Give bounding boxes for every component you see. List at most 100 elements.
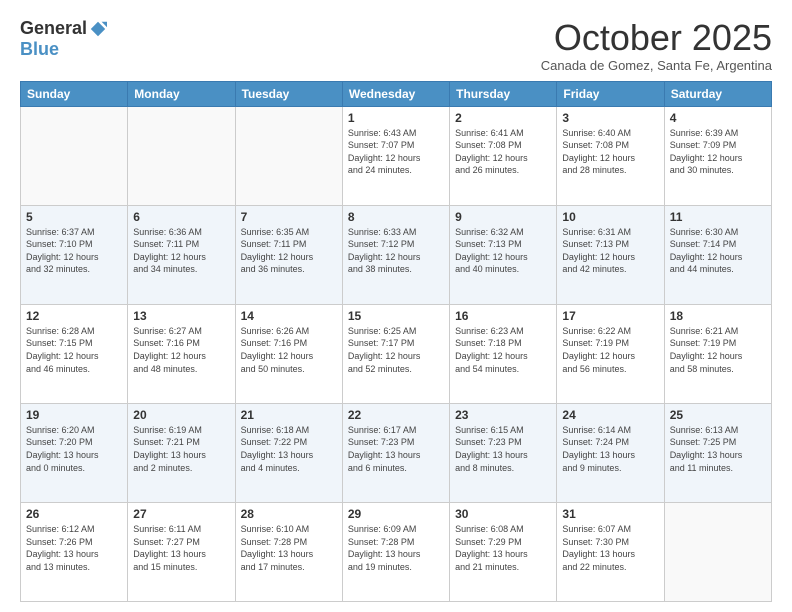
calendar-week-row: 1 Sunrise: 6:43 AM Sunset: 7:07 PM Daylig… (21, 106, 772, 205)
day-number: 22 (348, 408, 444, 422)
day-info: Sunrise: 6:37 AM Sunset: 7:10 PM Dayligh… (26, 226, 122, 276)
day-info: Sunrise: 6:20 AM Sunset: 7:20 PM Dayligh… (26, 424, 122, 474)
day-number: 1 (348, 111, 444, 125)
table-row: 6Sunrise: 6:36 AM Sunset: 7:11 PM Daylig… (128, 205, 235, 304)
table-row: 29Sunrise: 6:09 AM Sunset: 7:28 PM Dayli… (342, 502, 449, 601)
table-row: 7 Sunrise: 6:35 AM Sunset: 7:11 PM Daylig… (235, 205, 342, 304)
table-row: 10 Sunrise: 6:31 AM Sunset: 7:13 PM Dayli… (557, 205, 664, 304)
table-row: 25Sunrise: 6:13 AM Sunset: 7:25 PM Dayli… (664, 403, 771, 502)
table-row: 30Sunrise: 6:08 AM Sunset: 7:29 PM Dayli… (450, 502, 557, 601)
day-number: 20 (133, 408, 229, 422)
day-info: Sunrise: 6:43 AM Sunset: 7:07 PM Dayligh… (348, 127, 444, 177)
day-number: 8 (348, 210, 444, 224)
day-number: 5 (26, 210, 122, 224)
table-row: 26 Sunrise: 6:12 AM Sunset: 7:26 PM Dayli… (21, 502, 128, 601)
calendar-table: Sunday Monday Tuesday Wednesday Thursday… (20, 81, 772, 602)
day-number: 11 (670, 210, 766, 224)
day-info: Sunrise: 6:07 AM Sunset: 7:30 PM Dayligh… (562, 523, 658, 573)
title-block: October 2025 Canada de Gomez, Santa Fe, … (541, 18, 772, 73)
table-row: 17Sunrise: 6:22 AM Sunset: 7:19 PM Dayli… (557, 304, 664, 403)
table-row: 8 Sunrise: 6:33 AM Sunset: 7:12 PM Daylig… (342, 205, 449, 304)
day-info: Sunrise: 6:14 AM Sunset: 7:24 PM Dayligh… (562, 424, 658, 474)
col-tuesday: Tuesday (235, 81, 342, 106)
day-number: 18 (670, 309, 766, 323)
day-info: Sunrise: 6:31 AM Sunset: 7:13 PM Dayligh… (562, 226, 658, 276)
table-row: 19 Sunrise: 6:20 AM Sunset: 7:20 PM Dayli… (21, 403, 128, 502)
col-saturday: Saturday (664, 81, 771, 106)
calendar-week-row: 19 Sunrise: 6:20 AM Sunset: 7:20 PM Dayli… (21, 403, 772, 502)
day-number: 27 (133, 507, 229, 521)
day-info: Sunrise: 6:41 AM Sunset: 7:08 PM Dayligh… (455, 127, 551, 177)
day-number: 25 (670, 408, 766, 422)
col-sunday: Sunday (21, 81, 128, 106)
page: General Blue October 2025 Canada de Gome… (0, 0, 792, 612)
day-number: 13 (133, 309, 229, 323)
location-subtitle: Canada de Gomez, Santa Fe, Argentina (541, 58, 772, 73)
day-number: 15 (348, 309, 444, 323)
table-row: 11 Sunrise: 6:30 AM Sunset: 7:14 PM Dayli… (664, 205, 771, 304)
table-row: 3 Sunrise: 6:40 AM Sunset: 7:08 PM Daylig… (557, 106, 664, 205)
table-row: 4 Sunrise: 6:39 AM Sunset: 7:09 PM Daylig… (664, 106, 771, 205)
table-row: 15Sunrise: 6:25 AM Sunset: 7:17 PM Dayli… (342, 304, 449, 403)
day-info: Sunrise: 6:10 AM Sunset: 7:28 PM Dayligh… (241, 523, 337, 573)
col-monday: Monday (128, 81, 235, 106)
day-number: 14 (241, 309, 337, 323)
table-row: 27 Sunrise: 6:11 AM Sunset: 7:27 PM Dayli… (128, 502, 235, 601)
day-number: 31 (562, 507, 658, 521)
day-number: 9 (455, 210, 551, 224)
day-info: Sunrise: 6:26 AM Sunset: 7:16 PM Dayligh… (241, 325, 337, 375)
day-number: 17 (562, 309, 658, 323)
day-info: Sunrise: 6:40 AM Sunset: 7:08 PM Dayligh… (562, 127, 658, 177)
calendar-header-row: Sunday Monday Tuesday Wednesday Thursday… (21, 81, 772, 106)
day-number: 23 (455, 408, 551, 422)
day-number: 28 (241, 507, 337, 521)
day-info: Sunrise: 6:36 AM Sunset: 7:11 PM Dayligh… (133, 226, 229, 276)
day-number: 16 (455, 309, 551, 323)
table-row: 16Sunrise: 6:23 AM Sunset: 7:18 PM Dayli… (450, 304, 557, 403)
day-number: 26 (26, 507, 122, 521)
day-info: Sunrise: 6:28 AM Sunset: 7:15 PM Dayligh… (26, 325, 122, 375)
day-info: Sunrise: 6:19 AM Sunset: 7:21 PM Dayligh… (133, 424, 229, 474)
col-friday: Friday (557, 81, 664, 106)
day-info: Sunrise: 6:35 AM Sunset: 7:11 PM Dayligh… (241, 226, 337, 276)
day-number: 19 (26, 408, 122, 422)
day-number: 21 (241, 408, 337, 422)
day-info: Sunrise: 6:11 AM Sunset: 7:27 PM Dayligh… (133, 523, 229, 573)
table-row: 18Sunrise: 6:21 AM Sunset: 7:19 PM Dayli… (664, 304, 771, 403)
table-row: 5 Sunrise: 6:37 AM Sunset: 7:10 PM Daylig… (21, 205, 128, 304)
calendar-week-row: 26 Sunrise: 6:12 AM Sunset: 7:26 PM Dayli… (21, 502, 772, 601)
table-row: 31 Sunrise: 6:07 AM Sunset: 7:30 PM Dayli… (557, 502, 664, 601)
day-number: 7 (241, 210, 337, 224)
day-number: 4 (670, 111, 766, 125)
logo-icon (89, 20, 107, 38)
logo-general: General (20, 18, 87, 39)
table-row (235, 106, 342, 205)
day-info: Sunrise: 6:39 AM Sunset: 7:09 PM Dayligh… (670, 127, 766, 177)
day-info: Sunrise: 6:12 AM Sunset: 7:26 PM Dayligh… (26, 523, 122, 573)
table-row: 13 Sunrise: 6:27 AM Sunset: 7:16 PM Dayli… (128, 304, 235, 403)
table-row: 9Sunrise: 6:32 AM Sunset: 7:13 PM Daylig… (450, 205, 557, 304)
day-info: Sunrise: 6:33 AM Sunset: 7:12 PM Dayligh… (348, 226, 444, 276)
day-info: Sunrise: 6:17 AM Sunset: 7:23 PM Dayligh… (348, 424, 444, 474)
day-number: 3 (562, 111, 658, 125)
day-number: 2 (455, 111, 551, 125)
table-row: 28 Sunrise: 6:10 AM Sunset: 7:28 PM Dayli… (235, 502, 342, 601)
day-number: 10 (562, 210, 658, 224)
table-row: 1 Sunrise: 6:43 AM Sunset: 7:07 PM Daylig… (342, 106, 449, 205)
calendar-week-row: 5 Sunrise: 6:37 AM Sunset: 7:10 PM Daylig… (21, 205, 772, 304)
day-info: Sunrise: 6:08 AM Sunset: 7:29 PM Dayligh… (455, 523, 551, 573)
day-info: Sunrise: 6:27 AM Sunset: 7:16 PM Dayligh… (133, 325, 229, 375)
logo-blue: Blue (20, 39, 59, 60)
day-info: Sunrise: 6:18 AM Sunset: 7:22 PM Dayligh… (241, 424, 337, 474)
day-info: Sunrise: 6:15 AM Sunset: 7:23 PM Dayligh… (455, 424, 551, 474)
table-row: 23 Sunrise: 6:15 AM Sunset: 7:23 PM Dayli… (450, 403, 557, 502)
table-row: 24Sunrise: 6:14 AM Sunset: 7:24 PM Dayli… (557, 403, 664, 502)
table-row: 2 Sunrise: 6:41 AM Sunset: 7:08 PM Daylig… (450, 106, 557, 205)
month-title: October 2025 (541, 18, 772, 58)
table-row: 20 Sunrise: 6:19 AM Sunset: 7:21 PM Dayli… (128, 403, 235, 502)
header: General Blue October 2025 Canada de Gome… (20, 18, 772, 73)
table-row (21, 106, 128, 205)
table-row: 14 Sunrise: 6:26 AM Sunset: 7:16 PM Dayli… (235, 304, 342, 403)
table-row: 12Sunrise: 6:28 AM Sunset: 7:15 PM Dayli… (21, 304, 128, 403)
day-info: Sunrise: 6:30 AM Sunset: 7:14 PM Dayligh… (670, 226, 766, 276)
